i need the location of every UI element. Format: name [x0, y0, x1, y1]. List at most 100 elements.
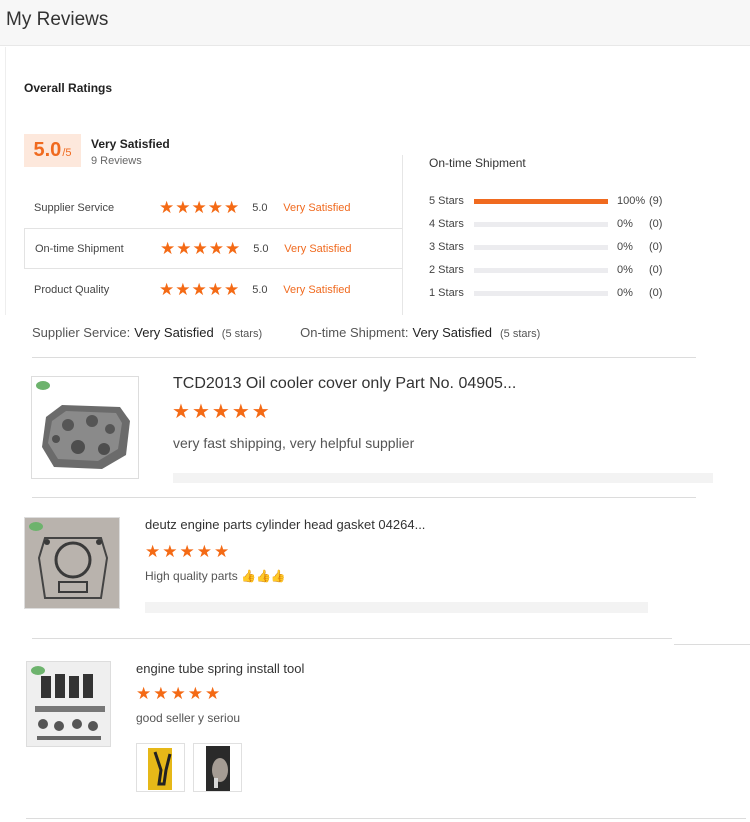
distribution-bar	[474, 221, 608, 227]
distribution-percent: 0%	[617, 287, 633, 299]
star-icon: ★	[191, 198, 207, 217]
star-icon: ★	[175, 198, 191, 217]
category-row-on-time-shipment[interactable]: On-time Shipment ★ ★ ★ ★ ★ 5.0 Very Satisfie…	[24, 228, 403, 269]
category-row-product-quality[interactable]: Product Quality ★ ★ ★ ★ ★ 5.0 Very Satisfied	[24, 269, 403, 310]
review-photo[interactable]	[136, 743, 185, 792]
star-icon: ★	[159, 280, 175, 299]
distribution-row: 3 Stars 0% (0)	[429, 240, 679, 254]
distribution-title: On-time Shipment	[429, 156, 526, 170]
star-icon: ★	[175, 280, 191, 299]
overall-ratings-title: Overall Ratings	[24, 81, 113, 95]
distribution-percent: 0%	[617, 264, 633, 276]
category-stars: ★ ★ ★ ★ ★	[160, 240, 240, 257]
star-icon: ★	[179, 542, 195, 561]
category-satisfaction: Very Satisfied	[283, 283, 351, 296]
review-photo-image	[194, 744, 241, 791]
overall-score: 5.0	[33, 139, 62, 161]
category-score: 5.0	[253, 242, 269, 255]
supplier-service-label: Supplier Service:	[32, 325, 131, 340]
overall-score-max: /5	[62, 147, 72, 159]
category-satisfaction: Very Satisfied	[283, 201, 351, 214]
star-icon: ★	[224, 198, 240, 217]
supplier-service-summary: Supplier Service: Very Satisfied (5 star…	[32, 325, 262, 340]
star-icon: ★	[136, 684, 152, 703]
star-icon: ★	[160, 239, 176, 258]
distribution-count: (9)	[649, 195, 663, 207]
review-photo[interactable]	[193, 743, 242, 792]
star-icon: ★	[196, 542, 212, 561]
distribution-percent: 0%	[617, 241, 633, 253]
star-icon: ★	[145, 542, 161, 561]
divider	[32, 357, 696, 358]
star-icon: ★	[251, 401, 270, 423]
shipment-summary: On-time Shipment: Very Satisfied (5 star…	[300, 325, 540, 340]
supplier-service-stars: (5 stars)	[221, 328, 263, 340]
review-product-title[interactable]: TCD2013 Oil cooler cover only Part No. 0…	[173, 375, 516, 393]
distribution-bar	[474, 290, 608, 296]
distribution-count: (0)	[649, 241, 663, 253]
oil-cooler-cover-image	[42, 405, 130, 469]
shipment-stars: (5 stars)	[500, 328, 541, 340]
review-text: High quality parts 👍👍👍	[145, 569, 286, 583]
distribution-count: (0)	[649, 218, 663, 230]
page-title: My Reviews	[6, 9, 109, 30]
review-product-title[interactable]: deutz engine parts cylinder head gasket …	[145, 517, 425, 532]
divider	[674, 644, 750, 645]
ratings-summary-card: Overall Ratings 5.0 /5 Very Satisfied 9 …	[5, 47, 750, 315]
page-header: My Reviews	[0, 0, 750, 46]
product-thumbnail[interactable]	[31, 376, 139, 479]
review-stars: ★ ★ ★ ★ ★	[136, 685, 220, 702]
star-icon: ★	[170, 684, 186, 703]
star-icon: ★	[172, 401, 190, 423]
star-icon: ★	[191, 401, 210, 423]
category-name: On-time Shipment	[35, 242, 124, 255]
distribution-bar	[474, 244, 608, 250]
category-stars: ★ ★ ★ ★ ★	[159, 199, 239, 216]
review-footer	[173, 473, 713, 483]
review-footer	[145, 602, 648, 613]
category-satisfaction: Very Satisfied	[284, 242, 352, 255]
category-score: 5.0	[252, 283, 268, 296]
overall-satisfaction-label: Very Satisfied	[91, 137, 170, 151]
product-thumbnail[interactable]	[24, 517, 120, 609]
shipment-label: On-time Shipment:	[300, 325, 409, 340]
product-thumbnail[interactable]	[26, 661, 111, 747]
star-icon: ★	[205, 684, 221, 703]
distribution-label: 2 Stars	[429, 264, 464, 276]
category-stars: ★ ★ ★ ★ ★	[159, 281, 239, 298]
distribution-percent: 100%	[617, 195, 646, 207]
star-icon: ★	[187, 684, 203, 703]
shipment-value: Very Satisfied	[412, 325, 493, 340]
supplier-logo-icon	[36, 381, 50, 390]
distribution-label: 4 Stars	[429, 218, 464, 230]
category-row-supplier-service[interactable]: Supplier Service ★ ★ ★ ★ ★ 5.0 Very Satisfie…	[24, 187, 403, 228]
distribution-row: 2 Stars 0% (0)	[429, 263, 679, 277]
star-icon: ★	[225, 239, 241, 258]
category-name: Product Quality	[34, 283, 110, 296]
star-icon: ★	[224, 280, 240, 299]
category-name: Supplier Service	[34, 201, 115, 214]
divider	[32, 497, 696, 498]
supplier-logo-icon	[31, 666, 45, 675]
star-icon: ★	[207, 198, 223, 217]
star-icon: ★	[211, 401, 230, 423]
supplier-service-value: Very Satisfied	[134, 325, 214, 340]
distribution-bar	[474, 198, 608, 204]
cylinder-head-gasket-image	[25, 518, 119, 608]
star-icon: ★	[191, 280, 207, 299]
review-text: good seller y seriou	[136, 711, 241, 725]
distribution-label: 3 Stars	[429, 241, 464, 253]
review-photo-image	[137, 744, 184, 791]
review-stars: ★ ★ ★ ★ ★	[172, 401, 270, 423]
distribution-count: (0)	[649, 264, 663, 276]
distribution-percent: 0%	[617, 218, 633, 230]
distribution-count: (0)	[649, 287, 663, 299]
distribution-row: 1 Stars 0% (0)	[429, 286, 679, 300]
distribution-row: 4 Stars 0% (0)	[429, 217, 679, 231]
distribution-label: 5 Stars	[429, 195, 464, 207]
star-icon: ★	[214, 542, 230, 561]
divider	[402, 155, 403, 315]
review-product-title[interactable]: engine tube spring install tool	[136, 661, 304, 676]
star-icon: ★	[159, 198, 175, 217]
distribution-row: 5 Stars 100% (9)	[429, 194, 679, 208]
